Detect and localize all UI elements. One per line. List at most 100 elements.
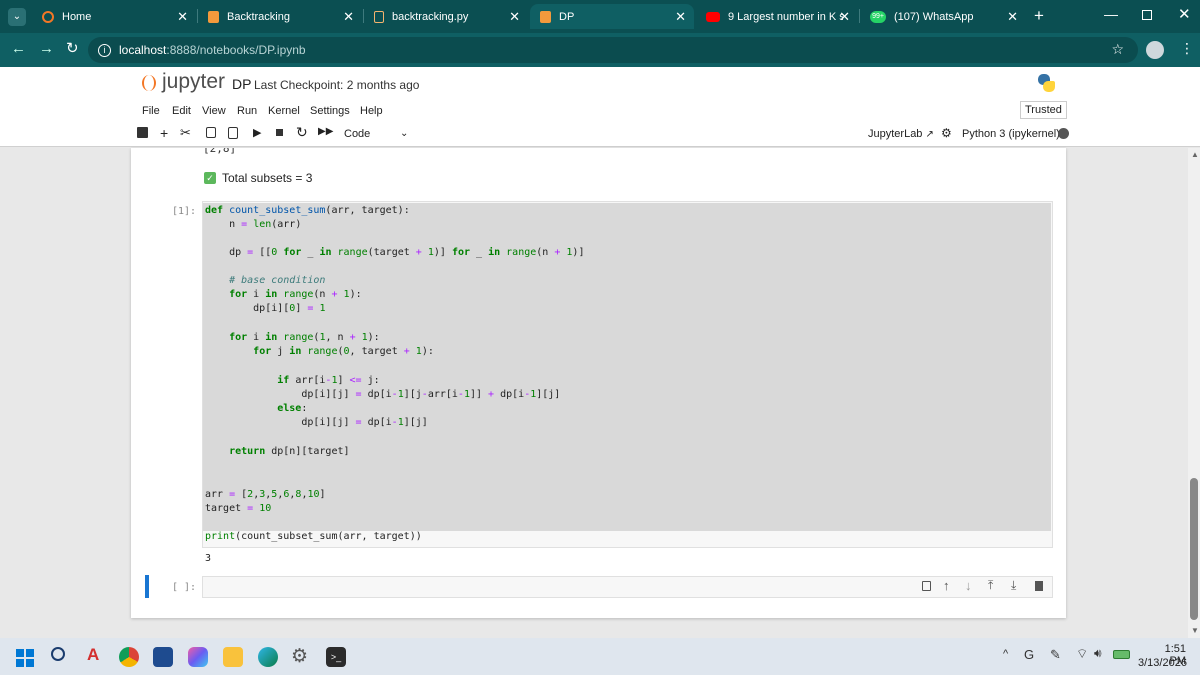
insert-above-icon[interactable]: ⤒ [988, 578, 993, 593]
chevron-down-icon: ⌄ [400, 128, 409, 139]
jupyterlab-link-label: JupyterLab [868, 128, 923, 140]
code-line-6[interactable]: dp[i][0] = 1 [205, 303, 325, 314]
address-bar[interactable]: i localhost:8888/notebooks/DP.ipynb ☆ [88, 37, 1138, 63]
clock-date[interactable]: 3/13/2026 [1138, 657, 1187, 669]
add-cell-icon[interactable]: + [160, 125, 168, 141]
menu-bar: File Edit View Run Kernel Settings Help … [0, 100, 1200, 123]
cut-icon[interactable]: ✂ [180, 125, 191, 141]
close-icon[interactable]: ✕ [177, 9, 188, 25]
menu-view[interactable]: View [202, 105, 226, 117]
battery-icon[interactable] [1113, 650, 1130, 659]
code-line-14[interactable]: arr = [2,3,5,6,8,10] [205, 489, 326, 500]
menu-run[interactable]: Run [237, 105, 257, 117]
forward-icon[interactable]: → [39, 40, 54, 57]
pen-icon[interactable]: ✎ [1050, 647, 1061, 663]
more-menu-icon[interactable]: ⋮ [1180, 40, 1194, 57]
scroll-down-icon[interactable]: ▼ [1191, 626, 1199, 635]
run-icon[interactable]: ▶ [253, 126, 261, 139]
new-tab-icon[interactable]: + [1034, 6, 1044, 26]
restart-run-all-icon[interactable]: ▶▶ [318, 126, 333, 137]
restart-icon[interactable]: ↻ [296, 124, 308, 141]
kernel-name[interactable]: Python 3 (ipykernel) [962, 128, 1060, 140]
code-line-12[interactable]: dp[i][j] = dp[i-1][j] [205, 417, 427, 428]
taskbar: A ⚙ >_ ^ G ✎ ⌔ 🔊︎ 1:51 PM 3/13/2026 [0, 638, 1200, 675]
tab-backtracking-py[interactable]: backtracking.py ✕ [364, 4, 528, 29]
code-line-5[interactable]: for i in range(n + 1): [205, 289, 362, 300]
copilot-icon[interactable] [188, 647, 208, 667]
google-drive-icon[interactable]: G [1024, 647, 1034, 662]
back-icon[interactable]: ← [11, 40, 26, 57]
notebook-title[interactable]: DP [232, 76, 251, 92]
profile-avatar[interactable] [1146, 41, 1164, 59]
stop-icon[interactable] [276, 129, 283, 136]
code-line-13[interactable]: return dp[n][target] [205, 446, 349, 457]
code-line-8[interactable]: for j in range(0, target + 1): [205, 346, 434, 357]
menu-settings[interactable]: Settings [310, 105, 350, 117]
kernel-settings-icon[interactable]: ⚙ [941, 126, 952, 140]
insert-below-icon[interactable]: ⤓ [1011, 578, 1016, 593]
scroll-up-icon[interactable]: ▲ [1191, 150, 1199, 159]
tab-home[interactable]: Home ✕ [32, 4, 196, 29]
tab-search-icon[interactable]: ⌄ [8, 8, 26, 26]
code-line-16[interactable]: print(count_subset_sum(arr, target)) [205, 531, 422, 542]
edge-icon[interactable] [258, 647, 278, 667]
chrome-icon[interactable] [119, 647, 139, 667]
code-comment[interactable]: # base condition [205, 275, 325, 286]
copy-icon[interactable] [206, 127, 216, 138]
code-line-10[interactable]: dp[i][j] = dp[i-1][j-arr[i-1]] + dp[i-1]… [205, 389, 560, 400]
total-subsets-output: ✓ Total subsets = 3 [204, 171, 312, 185]
move-up-icon[interactable]: ↑ [943, 578, 950, 593]
app-a-icon[interactable]: A [87, 645, 99, 665]
delete-cell-icon[interactable] [1035, 581, 1043, 591]
cell-type-select[interactable]: Code ⌄ [344, 128, 414, 140]
code-line-3[interactable]: dp = [[0 for _ in range(target + 1)] for… [205, 247, 584, 258]
tab-label: (107) WhatsApp [894, 10, 974, 23]
close-icon[interactable]: ✕ [1007, 9, 1018, 25]
menu-kernel[interactable]: Kernel [268, 105, 300, 117]
volume-icon[interactable]: 🔊︎ [1094, 646, 1102, 661]
trusted-badge[interactable]: Trusted [1020, 101, 1067, 119]
tab-whatsapp[interactable]: 99+ (107) WhatsApp ✕ [860, 4, 1026, 29]
minimize-icon[interactable]: — [1104, 6, 1118, 22]
move-down-icon[interactable]: ↓ [965, 578, 972, 593]
tray-overflow-icon[interactable]: ^ [1003, 648, 1008, 660]
menu-help[interactable]: Help [360, 105, 383, 117]
tab-dp[interactable]: DP ✕ [530, 4, 694, 29]
search-icon[interactable] [51, 647, 65, 661]
code-line-7[interactable]: for i in range(1, n + 1): [205, 332, 380, 343]
terminal-icon[interactable]: >_ [326, 647, 346, 667]
code-line-9[interactable]: if arr[i-1] <= j: [205, 375, 379, 386]
url-host: localhost [119, 43, 167, 57]
bookmark-star-icon[interactable]: ☆ [1111, 41, 1124, 58]
code-line-11[interactable]: else: [205, 403, 307, 414]
close-icon[interactable]: ✕ [839, 9, 850, 25]
close-icon[interactable]: ✕ [675, 9, 686, 25]
code-line-15[interactable]: target = 10 [205, 503, 271, 514]
restore-icon[interactable] [1142, 10, 1152, 20]
menu-edit[interactable]: Edit [172, 105, 191, 117]
file-explorer-icon[interactable] [223, 647, 243, 667]
close-icon[interactable]: ✕ [509, 9, 520, 25]
reload-icon[interactable]: ↻ [66, 39, 79, 57]
menu-file[interactable]: File [142, 105, 160, 117]
settings-gear-icon[interactable]: ⚙ [291, 645, 308, 668]
duplicate-cell-icon[interactable] [922, 581, 931, 591]
paste-icon[interactable] [228, 127, 238, 139]
save-icon[interactable] [137, 127, 148, 138]
jupyter-logo-icon[interactable] [142, 75, 156, 91]
jupyterlab-link[interactable]: JupyterLab ↗ [868, 128, 934, 140]
windows-start-icon[interactable] [16, 649, 34, 667]
code-line-1[interactable]: def count_subset_sum(arr, target): [205, 205, 410, 216]
close-icon[interactable]: ✕ [343, 9, 354, 25]
wifi-icon[interactable]: ⌔ [1076, 646, 1088, 662]
tab-backtracking[interactable]: Backtracking ✕ [198, 4, 362, 29]
notebook-favicon-icon [208, 10, 219, 23]
tab-youtube[interactable]: 9 Largest number in K swa ✕ [696, 4, 858, 29]
scrollbar-thumb[interactable] [1190, 478, 1198, 620]
jupyter-logo-text[interactable]: jupyter [162, 70, 225, 94]
page-scrollbar[interactable]: ▲ ▼ [1188, 148, 1200, 638]
info-icon[interactable]: i [98, 43, 111, 57]
code-line-2[interactable]: n = len(arr) [205, 219, 301, 230]
store-icon[interactable] [153, 647, 173, 667]
close-window-icon[interactable]: ✕ [1178, 5, 1191, 23]
